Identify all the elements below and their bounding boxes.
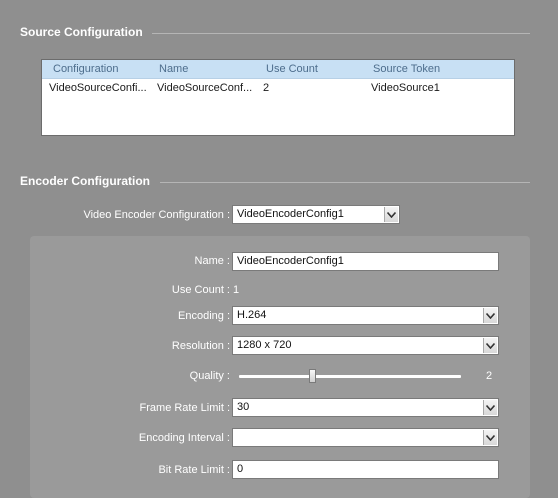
resolution-value: 1280 x 720 xyxy=(237,339,292,351)
quality-slider-thumb[interactable] xyxy=(309,369,316,383)
chevron-down-icon[interactable] xyxy=(483,308,497,323)
frame-rate-limit-select[interactable]: 30 xyxy=(232,398,499,417)
table-row[interactable]: VideoSourceConfi... VideoSourceConf... 2… xyxy=(42,79,514,97)
quality-value: 2 xyxy=(486,370,493,382)
frame-rate-limit-value: 30 xyxy=(237,401,250,413)
cell-configuration: VideoSourceConfi... xyxy=(49,82,147,94)
encoder-details-panel xyxy=(30,236,530,498)
encoding-select[interactable]: H.264 xyxy=(232,306,499,325)
encoding-value: H.264 xyxy=(237,309,267,321)
chevron-down-icon[interactable] xyxy=(483,338,497,353)
encoding-interval-select[interactable] xyxy=(232,428,499,447)
cell-use-count: 2 xyxy=(263,82,270,94)
resolution-label: Resolution : xyxy=(171,340,230,352)
name-input-value: VideoEncoderConfig1 xyxy=(237,255,344,267)
chevron-down-icon[interactable] xyxy=(384,207,398,222)
name-label: Name : xyxy=(194,255,230,267)
source-configuration-table[interactable]: Configuration Name Use Count Source Toke… xyxy=(41,59,515,136)
name-input[interactable]: VideoEncoderConfig1 xyxy=(232,252,499,271)
quality-label: Quality : xyxy=(189,370,230,382)
frame-rate-limit-label: Frame Rate Limit : xyxy=(139,402,230,414)
source-configuration-title: Source Configuration xyxy=(20,25,143,39)
column-header-name[interactable]: Name xyxy=(159,60,188,78)
chevron-down-icon[interactable] xyxy=(483,400,497,415)
column-header-configuration[interactable]: Configuration xyxy=(53,60,118,78)
use-count-label: Use Count : xyxy=(171,284,230,296)
encoder-section-divider xyxy=(160,182,530,183)
source-section-divider xyxy=(152,33,530,34)
encoder-configuration-title-text: Encoder Configuration xyxy=(20,174,150,188)
chevron-down-icon[interactable] xyxy=(483,430,497,445)
cell-name: VideoSourceConf... xyxy=(157,82,253,94)
column-header-use-count[interactable]: Use Count xyxy=(266,60,318,78)
video-encoder-configuration-value: VideoEncoderConfig1 xyxy=(237,208,344,220)
bit-rate-limit-value: 0 xyxy=(237,463,244,475)
encoding-label: Encoding : xyxy=(178,310,230,322)
column-header-source-token[interactable]: Source Token xyxy=(373,60,440,78)
bit-rate-limit-label: Bit Rate Limit : xyxy=(158,464,230,476)
encoder-configuration-title: Encoder Configuration xyxy=(20,174,150,188)
encoding-interval-label: Encoding Interval : xyxy=(138,432,230,444)
quality-slider-track[interactable] xyxy=(239,375,461,378)
video-encoder-configuration-select[interactable]: VideoEncoderConfig1 xyxy=(232,205,400,224)
bit-rate-limit-input[interactable]: 0 xyxy=(232,460,499,479)
cell-source-token: VideoSource1 xyxy=(371,82,440,94)
resolution-select[interactable]: 1280 x 720 xyxy=(232,336,499,355)
video-encoder-configuration-label: Video Encoder Configuration : xyxy=(83,209,230,221)
source-table-header: Configuration Name Use Count Source Toke… xyxy=(42,60,514,79)
source-configuration-title-text: Source Configuration xyxy=(20,25,143,39)
use-count-value: 1 xyxy=(233,284,240,296)
